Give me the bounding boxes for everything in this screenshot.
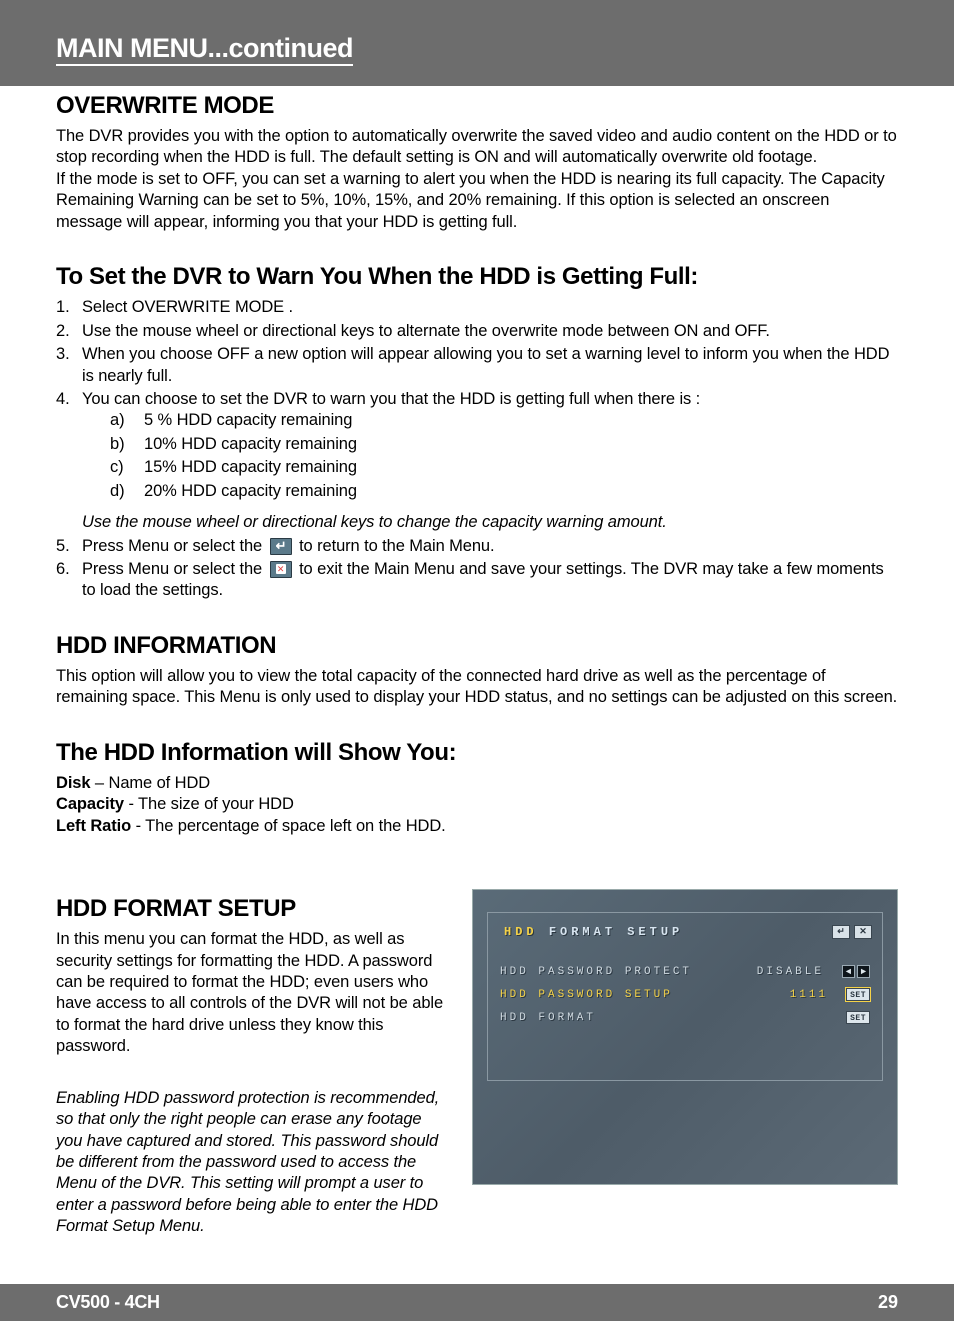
content-area: OVERWRITE MODE The DVR provides you with… [0,92,954,1238]
dvr-return-icon[interactable]: ↵ [832,925,850,939]
page-header: MAIN MENU...continued [56,34,353,66]
capacity-note: Use the mouse wheel or directional keys … [82,512,898,533]
close-icon [270,561,292,578]
step-4: You can choose to set the DVR to warn yo… [56,389,898,534]
step-2: Use the mouse wheel or directional keys … [56,321,898,342]
opt-d: 20% HDD capacity remaining [110,481,898,502]
opt-b: 10% HDD capacity remaining [110,434,898,455]
hdd-info-heading: HDD INFORMATION [56,632,898,660]
dvr-close-icon[interactable]: ✕ [854,925,872,939]
footer-model: CV500 - 4CH [56,1292,160,1313]
dvr-title: HDD FORMAT SETUP [504,925,683,939]
arrow-left-icon[interactable]: ◄ [842,965,855,978]
step-5: Press Menu or select the to return to th… [56,536,898,557]
dvr-set-button[interactable]: SET [846,1011,870,1024]
return-icon [270,538,292,555]
set-warn-steps: Select OVERWRITE MODE . Use the mouse wh… [56,297,898,602]
hdd-info-p: This option will allow you to view the t… [56,666,898,709]
step-6: Press Menu or select the to exit the Mai… [56,559,898,602]
overwrite-p2: If the mode is set to OFF, you can set a… [56,169,898,233]
hdd-show-heading: The HDD Information will Show You: [56,739,898,767]
dvr-row-format: HDD FORMAT SET [498,1011,872,1024]
footer-page: 29 [878,1292,898,1313]
arrow-right-icon[interactable]: ► [857,965,870,978]
hdd-format-note: Enabling HDD password protection is reco… [56,1088,452,1238]
overwrite-mode-heading: OVERWRITE MODE [56,92,898,120]
dvr-row-password-protect: HDD PASSWORD PROTECT DISABLE ◄► [498,965,872,978]
dvr-arrows[interactable]: ◄► [842,965,870,978]
step-1: Select OVERWRITE MODE . [56,297,898,318]
capacity-options: 5 % HDD capacity remaining 10% HDD capac… [110,410,898,502]
hdd-format-heading: HDD FORMAT SETUP [56,895,452,923]
dvr-screenshot: HDD FORMAT SETUP ↵ ✕ HDD PASSWORD PROTEC… [472,889,898,1185]
dvr-row-password-setup: HDD PASSWORD SETUP 1111 SET [498,988,872,1001]
opt-c: 15% HDD capacity remaining [110,457,898,478]
dvr-set-button[interactable]: SET [846,988,870,1001]
hdd-format-p: In this menu you can format the HDD, as … [56,929,452,1058]
overwrite-p1: The DVR provides you with the option to … [56,126,898,169]
footer-bar: CV500 - 4CH 29 [0,1284,954,1321]
def-disk: Disk – Name of HDD [56,773,898,794]
def-capacity: Capacity - The size of your HDD [56,794,898,815]
header-bar: MAIN MENU...continued [0,0,954,86]
step-3: When you choose OFF a new option will ap… [56,344,898,387]
set-warn-heading: To Set the DVR to Warn You When the HDD … [56,263,898,291]
def-left-ratio: Left Ratio - The percentage of space lef… [56,816,898,837]
opt-a: 5 % HDD capacity remaining [110,410,898,431]
